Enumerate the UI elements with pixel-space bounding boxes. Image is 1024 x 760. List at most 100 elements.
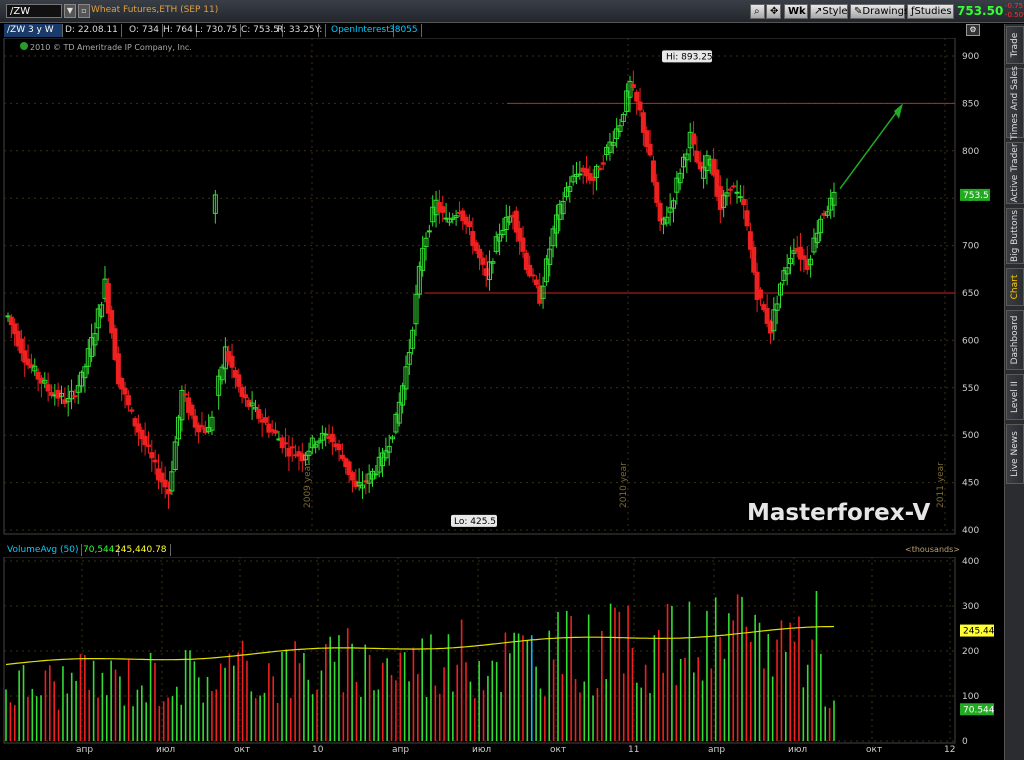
candle-body [466,221,472,228]
price-tick-label: 900 [962,52,979,62]
candle-body [654,182,660,203]
candle-body [634,91,640,102]
volume-units: <thousands> [905,545,960,554]
candle-body [323,433,329,436]
drawings-button[interactable]: ✎Drawings [850,4,909,19]
timeframe-button[interactable]: Wk [784,4,808,19]
candle-body [122,387,128,395]
candle-body [744,210,750,227]
volume-marker-label: 70.544 [963,705,995,715]
sidebar: Trade Times And Sales Active Trader Big But… [1004,24,1024,760]
candle-body [125,395,131,406]
x-axis-label: окт [866,745,882,755]
watermark: Masterforex-V [747,500,931,526]
candle-body [527,264,533,277]
volume-avg-value: 245,440.78 [112,544,171,556]
candle-body [229,355,235,368]
volume-tick-label: 0 [962,737,968,747]
style-label: Style [822,6,848,17]
candle-body [336,443,342,451]
candle-body [630,84,636,89]
copyright: 2010 © TD Ameritrade IP Company, Inc. [20,42,192,52]
open-interest-value: 38055 [386,24,422,37]
candle-body [727,188,733,191]
last-price-marker-label: 753.5 [963,191,989,201]
volume-tick-label: 200 [962,647,979,657]
x-axis-label: апр [392,745,409,755]
candle-body [373,473,379,476]
bar-low: L: 730.75 [192,24,242,37]
sidebar-tab-times-and-sales[interactable]: Times And Sales [1006,66,1024,140]
volume-tick-label: 300 [962,602,979,612]
studies-button[interactable]: ƒStudies [907,4,954,19]
x-axis-label: 10 [312,745,324,755]
sidebar-tab-level-ii[interactable]: Level II [1006,374,1024,420]
year-label: 2009 year [303,462,313,508]
sidebar-tab-trade[interactable]: Trade [1006,26,1024,64]
candle-body [520,237,526,252]
open-interest-label[interactable]: OpenInterest [328,24,394,37]
candle-body [142,435,148,446]
copyright-text: 2010 © TD Ameritrade IP Company, Inc. [30,43,192,52]
price-tick-label: 800 [962,147,979,157]
symbol-link-icon[interactable]: ▫ [78,4,90,18]
sidebar-tab-big-buttons[interactable]: Big Buttons [1006,208,1024,264]
volume-chart[interactable]: 0 100 200 300 400 апр июл окт 10 апр июл окт 11 апр ию… [0,557,1004,760]
bar-date: D: 22.08.11 [62,24,122,37]
candle-body [286,447,292,457]
candle-body [273,430,279,434]
y-label: Y: [312,24,327,37]
price-tick-label: 550 [962,384,979,394]
candle-body [650,160,656,183]
candle-body [440,206,446,213]
candle-body [339,454,345,460]
candle-body [242,394,248,399]
chart-settings-icon[interactable]: ⚙ [966,24,980,36]
chart-toolbar: /ZW ▼ ▫ Wheat Futures,ETH (SEP 11) ⌕ ✥ W… [0,0,1024,23]
candle-body [734,191,740,194]
copyright-icon [20,42,28,50]
candle-body [152,459,158,463]
bar-open: O: 734 [126,24,163,37]
price-chart[interactable]: 4004505005506006507007508008509002009 ye… [0,38,1004,543]
chart-name[interactable]: /ZW 3 y W [4,24,63,37]
pan-icon[interactable]: ✥ [766,4,781,19]
sidebar-tab-label: Level II [1010,381,1020,413]
net-change: -0.75 [1005,2,1024,10]
sidebar-tab-dashboard[interactable]: Dashboard [1006,310,1024,370]
candle-body [600,162,606,165]
candle-body [757,289,763,299]
candle-body [149,452,155,459]
candle-body [477,248,483,259]
x-axis-label: 11 [628,745,639,755]
candle-body [737,196,743,199]
percent-change: -0.50% [1005,11,1024,19]
sidebar-tab-label: Trade [1010,32,1020,58]
sidebar-tab-live-news[interactable]: Live News [1006,424,1024,484]
candle-body [119,377,125,390]
lo-label: Lo: 425.5 [454,517,496,527]
x-axis-label: июл [788,745,807,755]
candle-body [801,255,807,260]
x-axis-label: апр [708,745,725,755]
sidebar-tab-label: Big Buttons [1010,209,1020,263]
candle-body [691,133,697,145]
candle-body [262,417,268,423]
candle-body [329,433,335,443]
candle-body [640,112,646,133]
sidebar-tab-active-trader[interactable]: Active Trader [1006,142,1024,204]
candle-body [189,404,195,416]
volume-study-label[interactable]: VolumeAvg (50) [4,544,83,556]
style-button[interactable]: ↗Style [810,4,848,19]
candle-body [145,444,151,447]
candle-body [530,274,536,277]
candle-body [747,231,753,250]
symbol-dropdown-icon[interactable]: ▼ [64,4,76,18]
hi-label: Hi: 893.25 [666,52,713,62]
price-tick-label: 650 [962,289,979,299]
symbol-input[interactable]: /ZW [6,4,62,18]
zoom-icon[interactable]: ⌕ [750,4,765,19]
sidebar-tab-chart[interactable]: Chart [1006,268,1024,306]
x-axis-label: июл [472,745,491,755]
price-tick-label: 850 [962,99,979,109]
